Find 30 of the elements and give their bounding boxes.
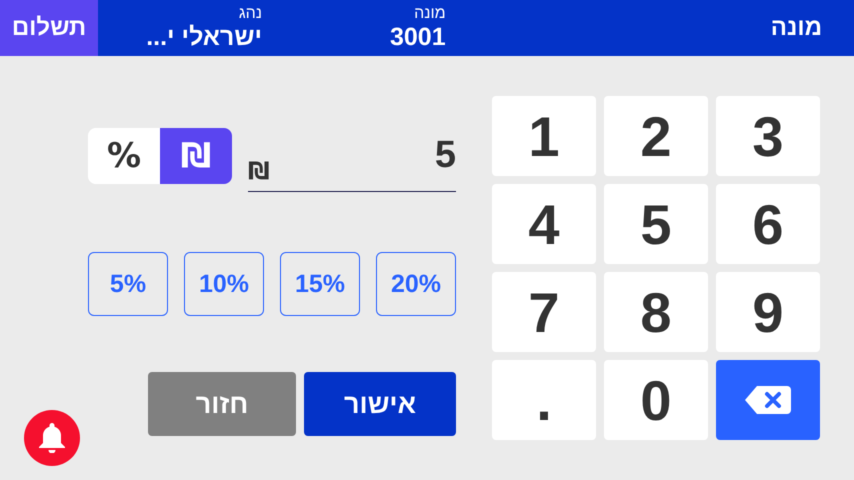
keypad-key[interactable]: 7 bbox=[492, 272, 596, 352]
backspace-icon bbox=[745, 386, 791, 414]
keypad-key[interactable]: 5 bbox=[604, 184, 708, 264]
currency-unit: ₪ bbox=[248, 157, 270, 185]
percent-preset-button[interactable]: 20% bbox=[376, 252, 456, 316]
percent-preset-button[interactable]: 15% bbox=[280, 252, 360, 316]
bell-icon bbox=[39, 423, 65, 453]
percent-preset-button[interactable]: 10% bbox=[184, 252, 264, 316]
keypad-key[interactable]: 0 bbox=[604, 360, 708, 440]
payment-button[interactable]: תשלום bbox=[0, 0, 98, 56]
confirm-button[interactable]: אישור bbox=[304, 372, 456, 436]
keypad-key[interactable]: 6 bbox=[716, 184, 820, 264]
backspace-button[interactable] bbox=[716, 360, 820, 440]
keypad-key[interactable]: 1 bbox=[492, 96, 596, 176]
field-value: ישראלי י... bbox=[146, 23, 262, 51]
back-button[interactable]: חזור bbox=[148, 372, 296, 436]
field-value: 3001 bbox=[390, 23, 446, 51]
keypad-key[interactable]: 9 bbox=[716, 272, 820, 352]
amount-value: 5 bbox=[434, 134, 456, 177]
keypad-key[interactable]: 4 bbox=[492, 184, 596, 264]
field-label: נהג bbox=[238, 5, 262, 23]
field-label: מונה bbox=[414, 5, 446, 23]
keypad-key[interactable]: . bbox=[492, 360, 596, 440]
amount-field[interactable]: ₪ 5 bbox=[248, 128, 456, 192]
keypad-key[interactable]: 2 bbox=[604, 96, 708, 176]
keypad-key[interactable]: 3 bbox=[716, 96, 820, 176]
keypad-key[interactable]: 8 bbox=[604, 272, 708, 352]
unit-option[interactable]: ₪ bbox=[160, 128, 232, 184]
percent-preset-button[interactable]: 5% bbox=[88, 252, 168, 316]
screen-title: מונה bbox=[770, 14, 822, 42]
